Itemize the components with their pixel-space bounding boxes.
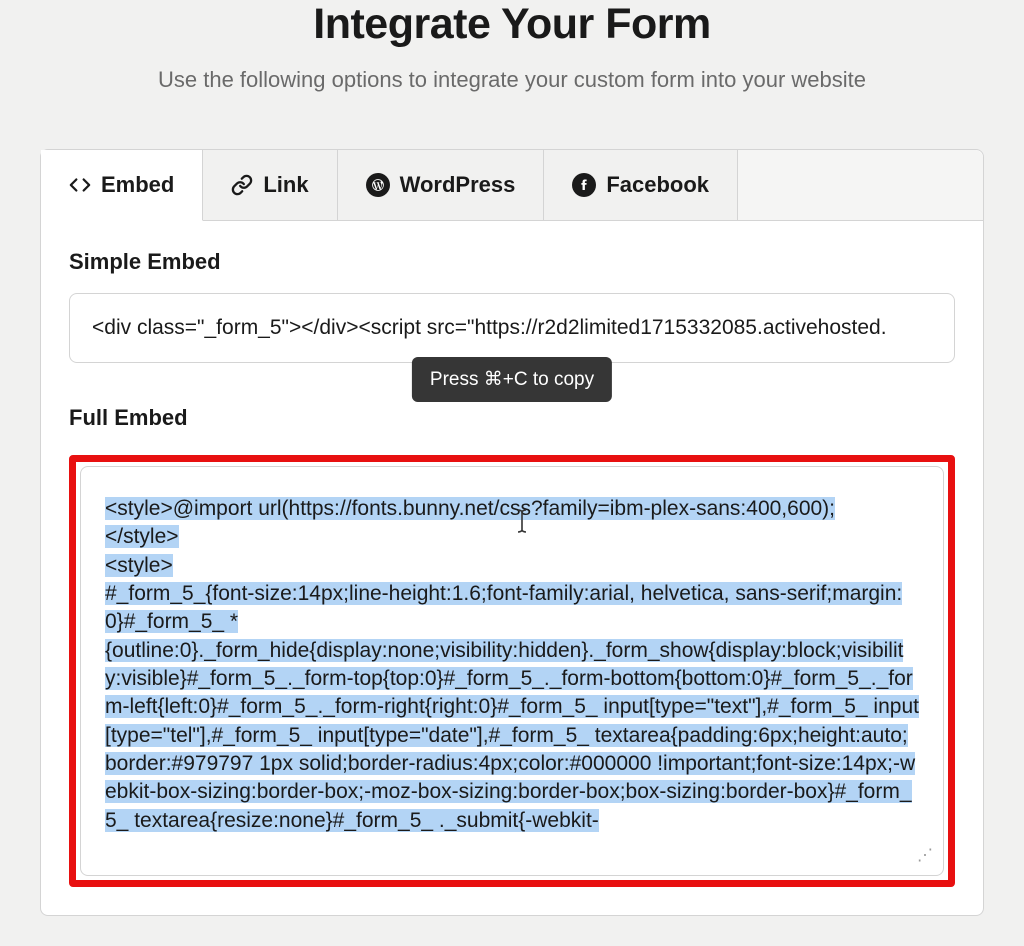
- integration-panel: Embed Link WordPress Facebook: [40, 149, 984, 916]
- page-title: Integrate Your Form: [40, 0, 984, 49]
- tab-wordpress[interactable]: WordPress: [338, 150, 545, 220]
- link-icon: [231, 174, 253, 196]
- tab-embed[interactable]: Embed: [41, 150, 203, 221]
- full-embed-highlight: <style>@import url(https://fonts.bunny.n…: [69, 455, 955, 887]
- resize-handle-icon: ⋰: [917, 845, 933, 867]
- full-embed-text: <style>@import url(https://fonts.bunny.n…: [105, 497, 919, 832]
- copy-tooltip: Press ⌘+C to copy: [412, 357, 612, 402]
- wordpress-icon: [366, 173, 390, 197]
- simple-embed-code[interactable]: <div class="_form_5"></div><script src="…: [69, 293, 955, 363]
- tab-embed-label: Embed: [101, 172, 174, 198]
- tab-link-label: Link: [263, 172, 308, 198]
- tab-facebook-label: Facebook: [606, 172, 709, 198]
- tabs: Embed Link WordPress Facebook: [41, 150, 983, 221]
- panel-body: Simple Embed <div class="_form_5"></div>…: [41, 221, 983, 915]
- simple-embed-label: Simple Embed: [69, 249, 955, 275]
- tab-facebook[interactable]: Facebook: [544, 150, 738, 220]
- full-embed-code[interactable]: <style>@import url(https://fonts.bunny.n…: [80, 466, 944, 876]
- full-embed-label: Full Embed: [69, 405, 188, 431]
- tab-link[interactable]: Link: [203, 150, 337, 220]
- page-subtitle: Use the following options to integrate y…: [40, 67, 984, 93]
- code-icon: [69, 174, 91, 196]
- tab-wordpress-label: WordPress: [400, 172, 516, 198]
- facebook-icon: [572, 173, 596, 197]
